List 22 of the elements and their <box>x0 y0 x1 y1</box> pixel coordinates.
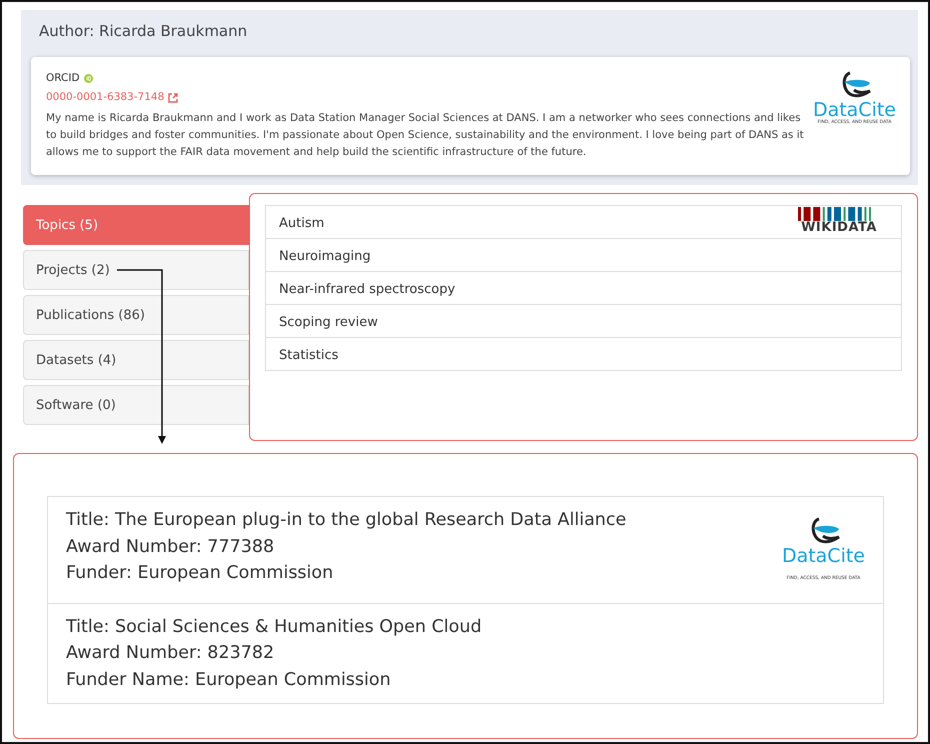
project-field: Title: Social Sciences & Humanities Open Cloud <box>66 614 865 640</box>
logo-wordmark: DataCite <box>812 100 896 120</box>
external-link-icon[interactable] <box>168 93 178 104</box>
author-title: Author: Ricarda Braukmann <box>39 21 248 42</box>
orcid-icon <box>84 74 93 83</box>
tab[interactable]: Projects (2) <box>23 250 249 290</box>
tab[interactable]: Software (0) <box>23 385 249 425</box>
topic-item[interactable]: Neuroimaging <box>265 238 902 272</box>
logo-wordmark: DataCite <box>782 547 865 566</box>
topic-item[interactable]: Statistics <box>265 337 902 371</box>
topic-item[interactable]: Near-infrared spectroscopy <box>265 271 902 305</box>
tab[interactable]: Datasets (4) <box>23 340 249 380</box>
tab[interactable]: Publications (86) <box>23 295 249 335</box>
topic-item[interactable]: Scoping review <box>265 304 902 338</box>
project-field: Funder Name: European Commission <box>66 666 865 693</box>
logo-wordmark: WIKIDATA <box>801 221 877 234</box>
project-field: Award Number: 823782 <box>66 640 865 666</box>
orcid-label: ORCID <box>46 70 80 86</box>
project-field: Funder: European Commission <box>66 560 782 586</box>
project-field: Title: The European plug-in to the global Research Data Alliance <box>66 507 782 534</box>
author-bio: My name is Ricarda Braukmann and I work as Data Station Manager Social Sciences at DANS. I am a networker who sees connections and likes to build bridges and foster communities. I'm passionate about Open Science, sustainability and the environment. I love being part of DANS as it allows me to support the FAIR data movement and help build the scientific infrastructure of the future. <box>46 111 805 160</box>
project-field: Award Number: 777388 <box>66 534 782 560</box>
